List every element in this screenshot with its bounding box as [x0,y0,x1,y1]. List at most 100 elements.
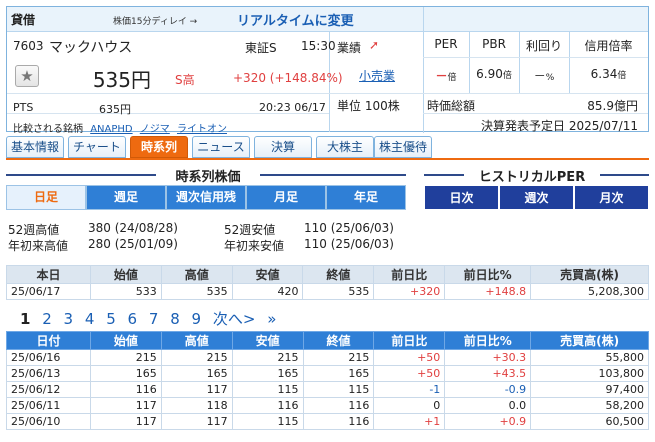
exchange-label: 東証S [245,41,277,55]
add-favorite-star-icon[interactable]: ★ [15,65,39,87]
tab-benefits[interactable]: 株主優待 [374,136,432,158]
cell-low: 165 [231,365,304,382]
page-8-link[interactable]: 8 [170,310,180,328]
cell-change: +50 [373,349,446,366]
per-tab-daily[interactable]: 日次 [424,185,499,210]
col-header: 始値 [89,331,162,350]
freq-tab-yearly[interactable]: 年足 [326,185,406,210]
cell-change-pct: -0.9 [444,381,532,398]
tab-earnings[interactable]: 決算 [254,136,312,158]
market-cap-label: 時価総額 [427,99,476,113]
trend-up-arrow-icon[interactable]: ➚ [369,38,379,52]
compare-link-anaphd[interactable]: ANAPHD [90,124,132,135]
kashi-label: 貸借 [11,13,36,27]
cell-open: 117 [89,413,162,430]
margin-ratio-value: 6.34倍 [590,67,627,81]
ytd-high-value: 280 (25/01/09) [88,237,178,251]
table-row: 25/06/10 117 117 115 116 +1 +0.9 60,500 [6,413,649,430]
freq-tab-monthly[interactable]: 月足 [246,185,326,210]
col-header: 高値 [160,265,233,284]
cell-date: 25/06/11 [6,397,91,414]
cell-low: 115 [231,413,304,430]
cell-change: +1 [373,413,446,430]
yield-value: －% [533,69,555,83]
pbr-header: PBR [482,37,506,51]
cell-low: 215 [231,349,304,366]
cell-high: 118 [160,397,233,414]
cell-high: 117 [160,381,233,398]
today-table-header: 本日 始値 高値 安値 終値 前日比 前日比% 売買高(株) [6,265,649,284]
freq-tab-daily[interactable]: 日足 [6,185,86,210]
cell-close: 115 [302,381,375,398]
tab-timeseries[interactable]: 時系列 [130,136,188,158]
wk52-low-label: 52週安値 [224,223,276,237]
cell-volume: 5,208,300 [530,283,649,300]
next-page-link[interactable]: 次へ> [213,310,256,328]
col-header: 本日 [6,265,91,284]
cell-volume: 103,800 [530,365,649,382]
today-table: 本日 始値 高値 安値 終値 前日比 前日比% 売買高(株) 25/06/17 … [6,265,649,300]
yield-header: 利回り [525,39,562,53]
cell-low: 116 [231,397,304,414]
per-tab-weekly[interactable]: 週次 [499,185,574,210]
pagination: 1 2 3 4 5 6 7 8 9 次へ> » [20,308,283,329]
realtime-link[interactable]: リアルタイムに変更 [237,10,354,29]
page-9-link[interactable]: 9 [192,310,202,328]
freq-tab-weekly-margin[interactable]: 週次信用残 [166,185,246,210]
cell-volume: 58,200 [530,397,649,414]
tab-chart[interactable]: チャート [68,136,126,158]
last-page-link[interactable]: » [267,310,276,328]
cell-open: 533 [89,283,162,300]
compare-label: 比較される銘柄 [13,124,83,135]
cell-close: 116 [302,413,375,430]
cell-high: 165 [160,365,233,382]
freq-tab-weekly[interactable]: 週足 [86,185,166,210]
cell-open: 116 [89,381,162,398]
page-4-link[interactable]: 4 [85,310,95,328]
stock-info-box: 貸借 株価15分ディレイ → リアルタイムに変更 7603 マックハウス 東証S… [6,6,649,135]
cell-change: +50 [373,365,446,382]
margin-ratio-header: 信用倍率 [584,39,633,53]
cell-change-pct: +0.9 [444,413,532,430]
cell-volume: 97,400 [530,381,649,398]
col-header: 前日比% [444,331,532,350]
cell-date: 25/06/16 [6,349,91,366]
price-change: +320 (+148.84%) [233,71,343,85]
cell-change-pct: +30.3 [444,349,532,366]
page-5-link[interactable]: 5 [106,310,116,328]
tab-news[interactable]: ニュース [192,136,250,158]
tab-underline [6,158,649,160]
table-row: 25/06/11 117 118 116 116 0 0.0 58,200 [6,397,649,414]
table-row: 25/06/17 533 535 420 535 +320 +148.8 5,2… [6,283,649,300]
compare-link-nojima[interactable]: ノジマ [140,124,170,135]
sector-link[interactable]: 小売業 [359,67,395,84]
quote-time: 15:30 [301,39,336,53]
table-row: 25/06/13 165 165 165 165 +50 +43.5 103,8… [6,365,649,382]
page-6-link[interactable]: 6 [128,310,138,328]
cell-close: 535 [302,283,375,300]
cell-close: 215 [302,349,375,366]
page-1: 1 [20,310,31,328]
tab-shareholders[interactable]: 大株主 [316,136,374,158]
delay-note: 株価15分ディレイ → [113,17,198,27]
daily-table-header: 日付 始値 高値 安値 終値 前日比 前日比% 売買高(株) [6,331,649,350]
page-2-link[interactable]: 2 [42,310,52,328]
cell-open: 165 [89,365,162,382]
cell-high: 117 [160,413,233,430]
earnings-date: 決算発表予定日 2025/07/11 [481,119,638,133]
cell-close: 116 [302,397,375,414]
stop-high-badge: S高 [175,73,195,87]
page-3-link[interactable]: 3 [64,310,74,328]
compare-link-righton[interactable]: ライトオン [177,124,227,135]
cell-change-pct: +148.8 [444,283,532,300]
tab-basic-info[interactable]: 基本情報 [6,136,64,158]
cell-close: 165 [302,365,375,382]
col-header: 売買高(株) [530,331,649,350]
ytd-low-label: 年初来安値 [224,239,285,253]
cell-date: 25/06/12 [6,381,91,398]
stock-name: マックハウス [49,40,133,56]
ytd-low-value: 110 (25/06/03) [304,237,394,251]
per-tab-monthly[interactable]: 月次 [574,185,649,210]
page-7-link[interactable]: 7 [149,310,159,328]
col-header: 始値 [89,265,162,284]
